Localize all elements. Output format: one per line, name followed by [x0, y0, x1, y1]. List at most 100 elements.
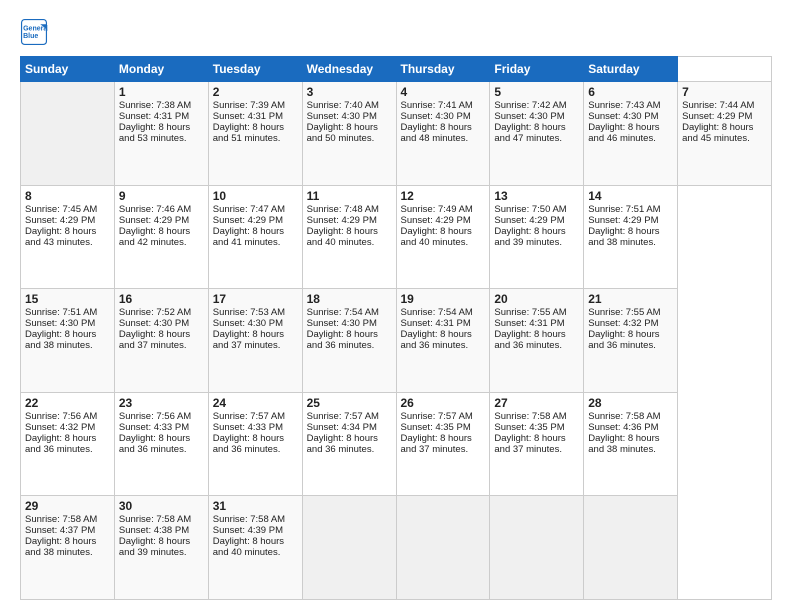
- sunset-text: Sunset: 4:31 PM: [401, 318, 471, 329]
- sunset-text: Sunset: 4:30 PM: [401, 111, 471, 122]
- daylight-text: Daylight: 8 hours and 38 minutes.: [588, 226, 659, 248]
- day-number: 27: [494, 396, 579, 410]
- sunset-text: Sunset: 4:29 PM: [25, 215, 95, 226]
- calendar-day-cell: 9Sunrise: 7:46 AMSunset: 4:29 PMDaylight…: [114, 185, 208, 289]
- empty-cell: [21, 82, 115, 186]
- sunset-text: Sunset: 4:30 PM: [494, 111, 564, 122]
- sunrise-text: Sunrise: 7:58 AM: [25, 514, 97, 525]
- sunrise-text: Sunrise: 7:46 AM: [119, 204, 191, 215]
- calendar-day-cell: [302, 496, 396, 600]
- day-number: 18: [307, 292, 392, 306]
- daylight-text: Daylight: 8 hours and 43 minutes.: [25, 226, 96, 248]
- calendar-day-cell: [396, 496, 490, 600]
- sunset-text: Sunset: 4:31 PM: [494, 318, 564, 329]
- sunrise-text: Sunrise: 7:58 AM: [588, 411, 660, 422]
- daylight-text: Daylight: 8 hours and 38 minutes.: [25, 536, 96, 558]
- day-number: 9: [119, 189, 204, 203]
- day-number: 17: [213, 292, 298, 306]
- sunrise-text: Sunrise: 7:39 AM: [213, 100, 285, 111]
- day-number: 22: [25, 396, 110, 410]
- weekday-header: Monday: [114, 57, 208, 82]
- calendar-day-cell: 2Sunrise: 7:39 AMSunset: 4:31 PMDaylight…: [208, 82, 302, 186]
- calendar-day-cell: 14Sunrise: 7:51 AMSunset: 4:29 PMDayligh…: [584, 185, 678, 289]
- calendar-day-cell: 28Sunrise: 7:58 AMSunset: 4:36 PMDayligh…: [584, 392, 678, 496]
- daylight-text: Daylight: 8 hours and 50 minutes.: [307, 122, 378, 144]
- calendar-week-row: 29Sunrise: 7:58 AMSunset: 4:37 PMDayligh…: [21, 496, 772, 600]
- calendar-day-cell: [490, 496, 584, 600]
- daylight-text: Daylight: 8 hours and 40 minutes.: [401, 226, 472, 248]
- day-number: 19: [401, 292, 486, 306]
- sunrise-text: Sunrise: 7:41 AM: [401, 100, 473, 111]
- calendar-day-cell: 16Sunrise: 7:52 AMSunset: 4:30 PMDayligh…: [114, 289, 208, 393]
- daylight-text: Daylight: 8 hours and 39 minutes.: [494, 226, 565, 248]
- sunrise-text: Sunrise: 7:48 AM: [307, 204, 379, 215]
- sunset-text: Sunset: 4:35 PM: [494, 422, 564, 433]
- sunset-text: Sunset: 4:33 PM: [213, 422, 283, 433]
- sunrise-text: Sunrise: 7:53 AM: [213, 307, 285, 318]
- day-number: 25: [307, 396, 392, 410]
- sunrise-text: Sunrise: 7:52 AM: [119, 307, 191, 318]
- sunset-text: Sunset: 4:29 PM: [401, 215, 471, 226]
- day-number: 24: [213, 396, 298, 410]
- calendar-day-cell: 26Sunrise: 7:57 AMSunset: 4:35 PMDayligh…: [396, 392, 490, 496]
- weekday-header: Wednesday: [302, 57, 396, 82]
- calendar-body: 1Sunrise: 7:38 AMSunset: 4:31 PMDaylight…: [21, 82, 772, 600]
- day-number: 15: [25, 292, 110, 306]
- day-number: 1: [119, 85, 204, 99]
- sunrise-text: Sunrise: 7:57 AM: [401, 411, 473, 422]
- weekday-header: Tuesday: [208, 57, 302, 82]
- sunrise-text: Sunrise: 7:49 AM: [401, 204, 473, 215]
- calendar-day-cell: 3Sunrise: 7:40 AMSunset: 4:30 PMDaylight…: [302, 82, 396, 186]
- sunset-text: Sunset: 4:29 PM: [307, 215, 377, 226]
- sunrise-text: Sunrise: 7:55 AM: [494, 307, 566, 318]
- daylight-text: Daylight: 8 hours and 36 minutes.: [401, 329, 472, 351]
- sunrise-text: Sunrise: 7:38 AM: [119, 100, 191, 111]
- daylight-text: Daylight: 8 hours and 39 minutes.: [119, 536, 190, 558]
- daylight-text: Daylight: 8 hours and 53 minutes.: [119, 122, 190, 144]
- calendar-day-cell: 31Sunrise: 7:58 AMSunset: 4:39 PMDayligh…: [208, 496, 302, 600]
- sunset-text: Sunset: 4:30 PM: [307, 318, 377, 329]
- sunset-text: Sunset: 4:30 PM: [307, 111, 377, 122]
- sunrise-text: Sunrise: 7:43 AM: [588, 100, 660, 111]
- sunset-text: Sunset: 4:33 PM: [119, 422, 189, 433]
- sunrise-text: Sunrise: 7:45 AM: [25, 204, 97, 215]
- daylight-text: Daylight: 8 hours and 51 minutes.: [213, 122, 284, 144]
- sunrise-text: Sunrise: 7:42 AM: [494, 100, 566, 111]
- calendar-day-cell: 4Sunrise: 7:41 AMSunset: 4:30 PMDaylight…: [396, 82, 490, 186]
- day-number: 14: [588, 189, 673, 203]
- weekday-header: Saturday: [584, 57, 678, 82]
- sunset-text: Sunset: 4:30 PM: [588, 111, 658, 122]
- calendar-day-cell: 23Sunrise: 7:56 AMSunset: 4:33 PMDayligh…: [114, 392, 208, 496]
- sunset-text: Sunset: 4:30 PM: [25, 318, 95, 329]
- calendar-day-cell: 13Sunrise: 7:50 AMSunset: 4:29 PMDayligh…: [490, 185, 584, 289]
- day-number: 5: [494, 85, 579, 99]
- calendar-day-cell: 7Sunrise: 7:44 AMSunset: 4:29 PMDaylight…: [678, 82, 772, 186]
- sunset-text: Sunset: 4:32 PM: [25, 422, 95, 433]
- daylight-text: Daylight: 8 hours and 42 minutes.: [119, 226, 190, 248]
- day-number: 6: [588, 85, 673, 99]
- day-number: 13: [494, 189, 579, 203]
- logo: General Blue: [20, 18, 48, 46]
- calendar-day-cell: [584, 496, 678, 600]
- daylight-text: Daylight: 8 hours and 45 minutes.: [682, 122, 753, 144]
- daylight-text: Daylight: 8 hours and 36 minutes.: [307, 433, 378, 455]
- calendar-day-cell: 21Sunrise: 7:55 AMSunset: 4:32 PMDayligh…: [584, 289, 678, 393]
- calendar-day-cell: 5Sunrise: 7:42 AMSunset: 4:30 PMDaylight…: [490, 82, 584, 186]
- calendar-day-cell: 6Sunrise: 7:43 AMSunset: 4:30 PMDaylight…: [584, 82, 678, 186]
- calendar-day-cell: 24Sunrise: 7:57 AMSunset: 4:33 PMDayligh…: [208, 392, 302, 496]
- calendar-day-cell: 15Sunrise: 7:51 AMSunset: 4:30 PMDayligh…: [21, 289, 115, 393]
- calendar-day-cell: 30Sunrise: 7:58 AMSunset: 4:38 PMDayligh…: [114, 496, 208, 600]
- day-number: 2: [213, 85, 298, 99]
- day-number: 10: [213, 189, 298, 203]
- sunset-text: Sunset: 4:31 PM: [213, 111, 283, 122]
- calendar-day-cell: 20Sunrise: 7:55 AMSunset: 4:31 PMDayligh…: [490, 289, 584, 393]
- daylight-text: Daylight: 8 hours and 46 minutes.: [588, 122, 659, 144]
- sunset-text: Sunset: 4:38 PM: [119, 525, 189, 536]
- sunrise-text: Sunrise: 7:54 AM: [401, 307, 473, 318]
- sunset-text: Sunset: 4:29 PM: [213, 215, 283, 226]
- calendar-week-row: 1Sunrise: 7:38 AMSunset: 4:31 PMDaylight…: [21, 82, 772, 186]
- daylight-text: Daylight: 8 hours and 36 minutes.: [25, 433, 96, 455]
- calendar-day-cell: 25Sunrise: 7:57 AMSunset: 4:34 PMDayligh…: [302, 392, 396, 496]
- day-number: 12: [401, 189, 486, 203]
- sunset-text: Sunset: 4:37 PM: [25, 525, 95, 536]
